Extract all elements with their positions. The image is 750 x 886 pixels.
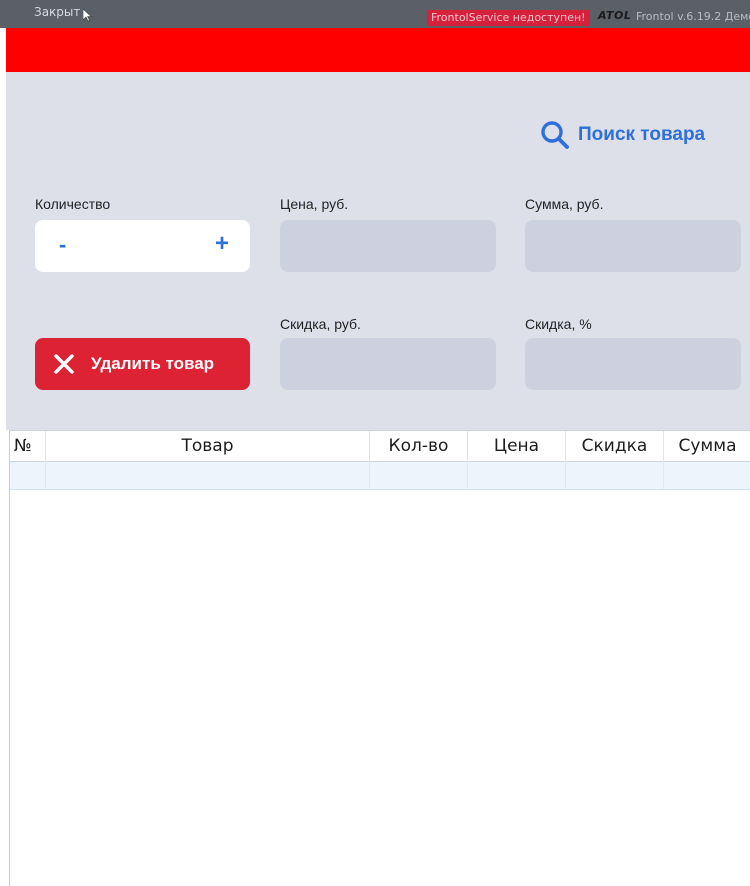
search-icon	[541, 121, 569, 149]
quantity-label: Количество	[35, 196, 111, 212]
column-header-discount[interactable]: Скидка	[566, 431, 664, 462]
delete-item-label: Удалить товар	[91, 354, 215, 373]
close-icon	[54, 354, 74, 374]
table-cell	[566, 462, 664, 489]
column-header-price[interactable]: Цена	[468, 431, 566, 462]
delete-item-button[interactable]: Удалить товар	[35, 338, 250, 390]
top-header-bar	[6, 28, 750, 72]
app-version: Frontol v.6.19.2 Демо	[636, 10, 750, 23]
column-header-product[interactable]: Товар	[46, 431, 370, 462]
discount-percent-field[interactable]	[525, 338, 741, 390]
table-cell	[468, 462, 566, 489]
table-cell	[46, 462, 370, 489]
column-header-number[interactable]: №	[10, 431, 46, 462]
sum-field[interactable]	[525, 220, 741, 272]
search-product-button[interactable]: Поиск товара	[540, 119, 705, 151]
mouse-cursor-icon	[83, 9, 92, 22]
discount-percent-label: Скидка, %	[525, 316, 592, 332]
quantity-stepper[interactable]: - +	[35, 220, 250, 272]
search-product-label: Поиск товара	[578, 124, 706, 145]
column-header-quantity[interactable]: Кол-во	[370, 431, 468, 462]
table-cell	[10, 462, 46, 489]
atol-logo: ATOL	[598, 9, 632, 22]
register-status: Закрыт	[34, 5, 81, 19]
quantity-increase-button[interactable]: +	[215, 230, 229, 258]
price-label: Цена, руб.	[280, 196, 349, 212]
column-header-sum[interactable]: Сумма	[664, 431, 750, 462]
sum-label: Сумма, руб.	[525, 196, 604, 212]
discount-rub-label: Скидка, руб.	[280, 316, 361, 332]
quantity-decrease-button[interactable]: -	[59, 232, 66, 258]
status-bar: Закрыт FrontolService недоступен! ATOL F…	[0, 0, 750, 28]
receipt-table[interactable]: № Товар Кол-во Цена Скидка Сумма	[9, 430, 750, 886]
table-cell	[370, 462, 468, 489]
table-row[interactable]	[10, 462, 750, 490]
service-warning: FrontolService недоступен!	[427, 10, 590, 26]
discount-rub-field[interactable]	[280, 338, 496, 390]
table-header: № Товар Кол-во Цена Скидка Сумма	[10, 430, 750, 462]
price-field[interactable]	[280, 220, 496, 272]
